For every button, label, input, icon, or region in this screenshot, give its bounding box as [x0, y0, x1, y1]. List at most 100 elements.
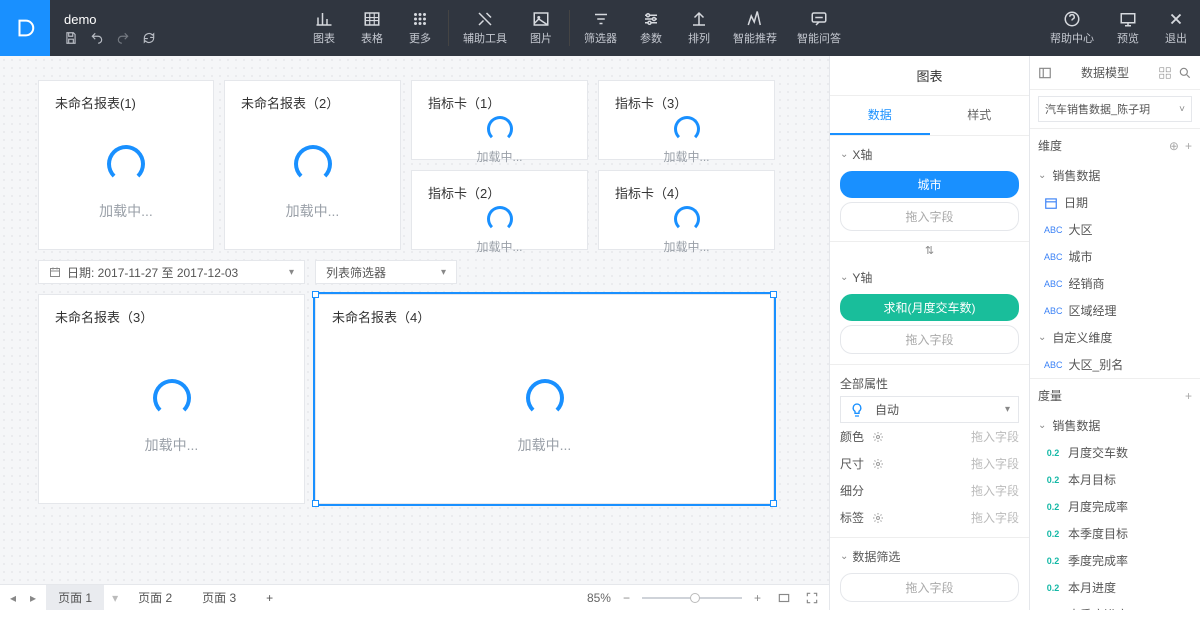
loading-text: 加载中... [599, 148, 774, 171]
tool-chart[interactable]: 图表 [300, 0, 348, 56]
tool-params[interactable]: 参数 [627, 0, 675, 56]
tool-help[interactable]: 帮助中心 [1040, 0, 1104, 56]
data-model-panel: 数据模型 汽车销售数据_陈子玥 ˅ 维度⊕+ ⌄销售数据 日期 ABC大区 AB… [1029, 56, 1200, 610]
date-filter-select[interactable]: 日期: 2017-11-27 至 2017-12-03 ▾ [38, 260, 305, 284]
field-item[interactable]: 日期 [1030, 189, 1200, 216]
datasource-select[interactable]: 汽车销售数据_陈子玥 ˅ [1038, 96, 1192, 122]
exit-icon [1167, 10, 1185, 28]
chevron-down-icon[interactable]: ⌄ [1038, 420, 1046, 431]
doc-area: demo [50, 0, 300, 56]
gear-icon[interactable] [872, 431, 884, 443]
dimensions-label: 维度 [1038, 137, 1062, 154]
field-label: 月度交车数 [1068, 444, 1128, 461]
list-filter-select[interactable]: 列表筛选器 ▾ [315, 260, 457, 284]
card-title: 未命名报表（3） [39, 295, 304, 330]
field-item[interactable]: 0.2月度完成率 [1030, 493, 1200, 520]
text-type-icon: ABC [1044, 277, 1063, 291]
data-filter-dropzone[interactable]: 拖入字段 [840, 573, 1019, 602]
page-tab[interactable]: 页面 1 [46, 585, 104, 610]
brand-logo[interactable] [0, 0, 50, 56]
add-page-button[interactable]: + [254, 587, 285, 609]
resize-handle[interactable] [770, 500, 777, 507]
x-axis-dropzone[interactable]: 拖入字段 [840, 202, 1019, 231]
field-item[interactable]: 0.2季度完成率 [1030, 547, 1200, 574]
fullscreen-icon[interactable] [801, 591, 823, 605]
tool-more[interactable]: 更多 [396, 0, 444, 56]
gear-icon[interactable] [872, 512, 884, 524]
chevron-down-icon[interactable]: ⌄ [1038, 170, 1046, 181]
attr-size-dropzone[interactable]: 拖入字段 [892, 455, 1019, 472]
field-item[interactable]: ABC城市 [1030, 243, 1200, 270]
metric-card-1[interactable]: 指标卡（1） 加载中... [411, 80, 588, 160]
page-tab[interactable]: 页面 2 [126, 585, 184, 610]
zoom-slider[interactable] [642, 597, 742, 599]
attr-color-dropzone[interactable]: 拖入字段 [892, 428, 1019, 445]
field-item[interactable]: ABC区域经理 [1030, 297, 1200, 324]
field-item[interactable]: 0.2月度交车数 [1030, 439, 1200, 466]
chevron-down-icon[interactable]: ⌄ [840, 149, 848, 160]
redo-icon[interactable] [116, 31, 130, 45]
tool-qa[interactable]: 智能问答 [787, 0, 851, 56]
metric-card-4[interactable]: 指标卡（4） 加载中... [598, 170, 775, 250]
report-card-1[interactable]: 未命名报表(1) 加载中... [38, 80, 214, 250]
field-item[interactable]: 0.2本季度进度 [1030, 601, 1200, 610]
add-measure-icon[interactable]: + [1185, 389, 1192, 403]
attr-subdiv-dropzone[interactable]: 拖入字段 [872, 482, 1019, 499]
fit-width-icon[interactable] [773, 591, 795, 605]
tool-table[interactable]: 表格 [348, 0, 396, 56]
tool-aux[interactable]: 辅助工具 [453, 0, 517, 56]
chevron-down-icon[interactable]: ⌄ [1038, 332, 1046, 343]
next-page-icon[interactable]: ▸ [26, 591, 40, 605]
y-axis-field-chip[interactable]: 求和(月度交车数) [840, 294, 1019, 321]
add-dimension-icon[interactable]: + [1185, 139, 1192, 153]
gear-icon[interactable] [872, 458, 884, 470]
field-item[interactable]: ABC 经销商 [1030, 270, 1200, 297]
all-attrs-label: 全部属性 [840, 371, 1019, 396]
tab-data[interactable]: 数据 [830, 96, 930, 135]
card-title: 未命名报表（4） [316, 295, 773, 330]
panel-collapse-icon[interactable] [1038, 66, 1052, 80]
auto-chart-type-select[interactable]: 自动 ▾ [840, 396, 1019, 423]
tab-style[interactable]: 样式 [930, 96, 1030, 135]
field-item[interactable]: ABC大区 [1030, 216, 1200, 243]
prev-page-icon[interactable]: ◂ [6, 591, 20, 605]
field-item[interactable]: 0.2本月进度 [1030, 574, 1200, 601]
zoom-out-icon[interactable]: − [617, 591, 636, 605]
tool-preview[interactable]: 预览 [1104, 0, 1152, 56]
metric-card-2[interactable]: 指标卡（2） 加载中... [411, 170, 588, 250]
field-item[interactable]: 0.2本季度目标 [1030, 520, 1200, 547]
resize-handle[interactable] [312, 500, 319, 507]
chevron-down-icon[interactable]: ⌄ [840, 551, 848, 562]
report-card-4[interactable]: 未命名报表（4） 加载中... [315, 294, 774, 504]
tool-arrange[interactable]: 排列 [675, 0, 723, 56]
save-icon[interactable] [64, 31, 78, 45]
list-filter-label: 列表筛选器 [326, 264, 386, 281]
undo-icon[interactable] [90, 31, 104, 45]
smart-icon [746, 10, 764, 28]
search-icon[interactable] [1178, 66, 1192, 80]
resize-handle[interactable] [770, 291, 777, 298]
canvas-area[interactable]: 未命名报表(1) 加载中... 未命名报表（2） 加载中... 指标卡（1） 加… [0, 56, 829, 584]
page-tab[interactable]: 页面 3 [190, 585, 248, 610]
swap-axes-button[interactable]: ⇅ [830, 242, 1029, 259]
attr-label-dropzone[interactable]: 拖入字段 [892, 509, 1019, 526]
chevron-down-icon[interactable]: ⌄ [840, 272, 848, 283]
tool-image[interactable]: 图片 [517, 0, 565, 56]
zoom-in-icon[interactable]: + [748, 591, 767, 605]
metric-card-3[interactable]: 指标卡（3） 加载中... [598, 80, 775, 160]
refresh-icon[interactable] [142, 31, 156, 45]
grid-view-icon[interactable] [1158, 66, 1172, 80]
x-axis-field-chip[interactable]: 城市 [840, 171, 1019, 198]
globe-icon[interactable]: ⊕ [1169, 139, 1179, 153]
report-card-3[interactable]: 未命名报表（3） 加载中... [38, 294, 305, 504]
field-item[interactable]: ABC大区_别名 [1030, 351, 1200, 378]
y-axis-dropzone[interactable]: 拖入字段 [840, 325, 1019, 354]
resize-handle[interactable] [312, 291, 319, 298]
field-item[interactable]: 0.2本月目标 [1030, 466, 1200, 493]
tool-smart[interactable]: 智能推荐 [723, 0, 787, 56]
page-dropdown-icon[interactable]: ▾ [110, 591, 120, 605]
field-label: 经销商 [1069, 275, 1105, 292]
report-card-2[interactable]: 未命名报表（2） 加载中... [224, 80, 401, 250]
tool-filter[interactable]: 筛选器 [574, 0, 627, 56]
tool-exit[interactable]: 退出 [1152, 0, 1200, 56]
